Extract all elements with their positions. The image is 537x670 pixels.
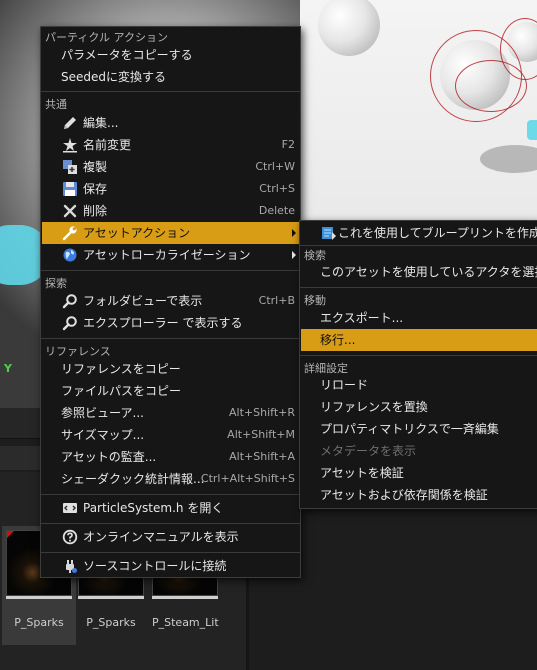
menu-item-copy-reference[interactable]: リファレンスをコピー: [42, 358, 299, 380]
menu-item-rename[interactable]: 名前変更 F2: [42, 134, 299, 156]
menu-item-convert-to-seeded[interactable]: Seededに変換する: [42, 66, 299, 88]
cyan-mesh-right: [527, 120, 537, 140]
edit-icon: [64, 117, 76, 129]
menu-item-replace-references[interactable]: リファレンスを置換: [301, 396, 537, 418]
search-icon: [62, 294, 77, 309]
wrench-icon: [62, 226, 77, 241]
asset-context-menu: パーティクル アクション パラメータをコピーする Seededに変換する 共通 …: [40, 26, 301, 578]
delete-icon: [63, 204, 77, 218]
section-header-explore: 探索: [45, 277, 67, 290]
modified-marker-icon: [7, 531, 14, 538]
section-header-reference: リファレンス: [45, 345, 111, 358]
menu-item-asset-actions[interactable]: アセットアクション: [42, 222, 299, 244]
asset-name: P_Sparks: [86, 616, 136, 629]
menu-item-copy-parameters[interactable]: パラメータをコピーする: [42, 44, 299, 66]
asset-type-strip: [6, 596, 72, 599]
source-code-icon: [63, 503, 77, 513]
divider: [41, 270, 300, 271]
menu-item-save[interactable]: 保存 Ctrl+S: [42, 178, 299, 200]
menu-item-shader-cook-stats[interactable]: シェーダクック統計情報... Ctrl+Alt+Shift+S: [42, 468, 299, 490]
blueprint-icon: [322, 227, 336, 240]
shortcut-size-map: Alt+Shift+M: [227, 428, 295, 441]
menu-item-edit[interactable]: 編集...: [42, 112, 299, 134]
menu-item-delete[interactable]: 削除 Delete: [42, 200, 299, 222]
asset-type-strip: [78, 596, 144, 599]
menu-item-asset-audit[interactable]: アセットの監査... Alt+Shift+A: [42, 446, 299, 468]
menu-item-validate-asset[interactable]: アセットを検証: [301, 462, 537, 484]
shortcut-shader-cook-stats: Ctrl+Alt+Shift+S: [200, 472, 295, 485]
shortcut-show-in-folder-view: Ctrl+B: [258, 294, 295, 307]
asset-name: P_Sparks: [14, 616, 64, 629]
divider: [41, 494, 300, 495]
menu-item-copy-file-path[interactable]: ファイルパスをコピー: [42, 380, 299, 402]
asset-type-strip: [152, 596, 218, 599]
divider: [300, 355, 537, 356]
axis-y-label: Y: [4, 362, 12, 375]
menu-item-select-actors-using-asset[interactable]: このアセットを使用しているアクタを選択: [301, 261, 537, 283]
menu-item-reload[interactable]: リロード: [301, 374, 537, 396]
save-icon: [63, 182, 77, 196]
menu-item-create-blueprint[interactable]: これを使用してブループリントを作成...: [301, 222, 537, 244]
menu-item-online-manual[interactable]: オンラインマニュアルを表示: [42, 526, 299, 548]
duplicate-icon: [63, 160, 77, 174]
plug-icon: [66, 560, 77, 573]
menu-item-asset-localization[interactable]: アセットローカライゼーション: [42, 244, 299, 266]
divider: [41, 552, 300, 553]
menu-item-bulk-edit-property-matrix[interactable]: プロパティマトリクスで一斉編集: [301, 418, 537, 440]
menu-item-connect-source-control[interactable]: ソースコントロールに接続: [42, 555, 299, 577]
help-icon: [62, 529, 78, 545]
globe-icon: [63, 248, 77, 262]
rename-icon: [63, 138, 77, 153]
menu-item-show-in-folder-view[interactable]: フォルダビューで表示 Ctrl+B: [42, 290, 299, 312]
menu-item-migrate[interactable]: 移行...: [301, 329, 537, 351]
section-header-particle-actions: パーティクル アクション: [45, 31, 168, 44]
menu-item-size-map[interactable]: サイズマップ... Alt+Shift+M: [42, 424, 299, 446]
divider: [41, 523, 300, 524]
search-icon: [62, 316, 77, 331]
menu-item-show-in-explorer[interactable]: エクスプローラー で表示する: [42, 312, 299, 334]
section-header-move: 移動: [304, 294, 326, 307]
submenu-arrow-icon: [292, 229, 296, 237]
submenu-arrow-icon: [292, 251, 296, 259]
menu-item-validate-asset-and-dependencies[interactable]: アセットおよび依存関係を検証: [301, 484, 537, 506]
menu-item-open-header[interactable]: ParticleSystem.h を開く: [42, 497, 299, 519]
divider: [300, 287, 537, 288]
divider: [300, 245, 537, 246]
divider: [41, 338, 300, 339]
shortcut-reference-viewer: Alt+Shift+R: [229, 406, 295, 419]
shortcut-delete: Delete: [258, 204, 295, 217]
shortcut-rename: F2: [281, 138, 295, 151]
menu-item-reference-viewer[interactable]: 参照ビューア... Alt+Shift+R: [42, 402, 299, 424]
menu-item-duplicate[interactable]: 複製 Ctrl+W: [42, 156, 299, 178]
menu-item-export[interactable]: エクスポート...: [301, 307, 537, 329]
shortcut-duplicate: Ctrl+W: [255, 160, 295, 173]
shortcut-save: Ctrl+S: [259, 182, 295, 195]
divider: [41, 91, 300, 92]
shortcut-asset-audit: Alt+Shift+A: [229, 450, 295, 463]
section-header-common: 共通: [45, 98, 67, 111]
asset-actions-submenu: これを使用してブループリントを作成... 検索 このアセットを使用しているアクタ…: [299, 220, 537, 509]
menu-item-show-metadata[interactable]: メタデータを表示: [301, 440, 537, 462]
asset-name: P_Steam_Lit: [152, 616, 219, 629]
